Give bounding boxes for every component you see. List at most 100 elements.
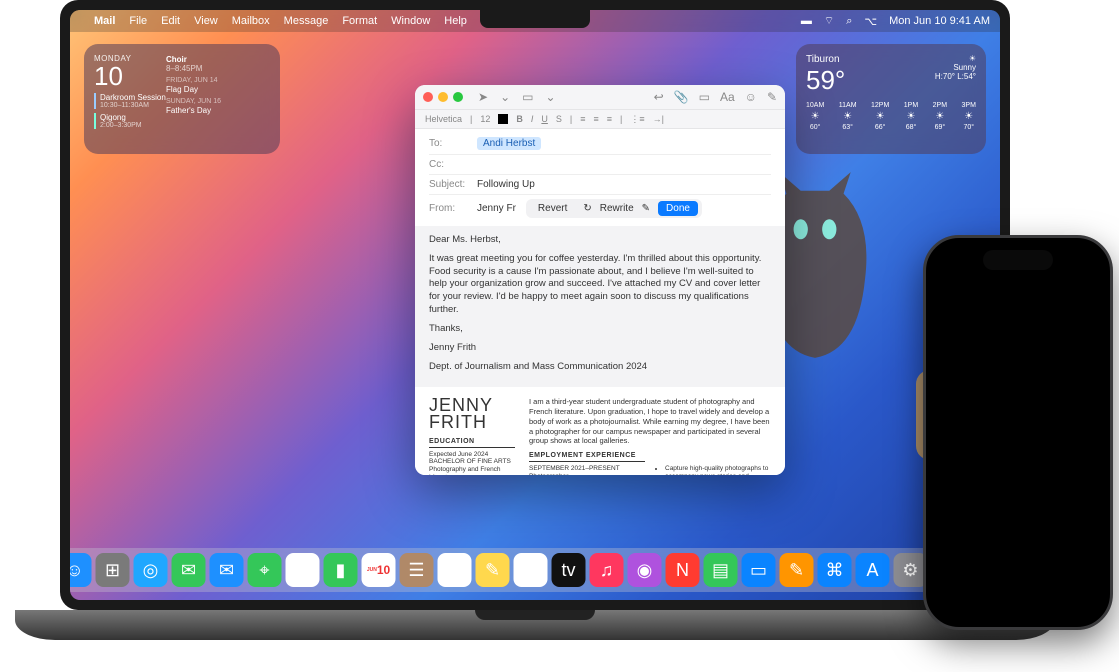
spotlight-icon[interactable]: ⌕ xyxy=(846,15,852,28)
weather-hour: 12PM☀66° xyxy=(871,102,889,131)
reply-icon[interactable]: ↩ xyxy=(654,90,664,104)
dock-contacts[interactable]: ☰ xyxy=(400,553,434,587)
markup-icon[interactable]: ✎ xyxy=(767,90,777,104)
dock-maps[interactable]: ⌖ xyxy=(248,553,282,587)
dock-mail[interactable]: ✉ xyxy=(210,553,244,587)
align-center-button[interactable]: ≡ xyxy=(594,114,599,124)
iphone xyxy=(923,235,1113,630)
window-titlebar[interactable]: ➤ ⌄ ▭ ⌄ ↩ 📎 ▭ Aa ☺ ✎ xyxy=(415,85,785,109)
chevron-down-icon[interactable]: ⌄ xyxy=(500,90,510,104)
done-button[interactable]: Done xyxy=(658,201,698,216)
close-button[interactable] xyxy=(423,92,433,102)
dock-photos[interactable]: ✿ xyxy=(286,553,320,587)
desktop[interactable]: Mail File Edit View Mailbox Message Form… xyxy=(70,10,1000,600)
wifi-icon[interactable]: ⌔ xyxy=(824,14,834,28)
weather-widget[interactable]: Tiburon 59° ☀ Sunny H:70° L:54° 10AM☀60°… xyxy=(796,44,986,154)
calendar-event: Darkroom Session 10:30–11:30AM xyxy=(94,93,166,109)
dock-keynote[interactable]: ▭ xyxy=(742,553,776,587)
writing-tools-bar: Revert ↻ Rewrite ✎ Done xyxy=(526,199,702,218)
dock-launchpad[interactable]: ⊞ xyxy=(96,553,130,587)
font-selector[interactable]: Helvetica xyxy=(425,114,462,124)
subject-value: Following Up xyxy=(477,179,535,190)
resume-bullet: Capture high-quality photographs to acco… xyxy=(665,465,771,475)
menu-message[interactable]: Message xyxy=(284,15,329,27)
color-swatch[interactable] xyxy=(498,114,508,124)
writing-tools-icon[interactable]: ✎ xyxy=(642,203,650,214)
notch xyxy=(480,10,590,28)
calendar-widget[interactable]: MONDAY 10 Darkroom Session 10:30–11:30AM… xyxy=(84,44,280,154)
dock-tv[interactable]: tv xyxy=(552,553,586,587)
battery-icon[interactable]: ▬ xyxy=(801,15,812,27)
dock-music[interactable]: ♫ xyxy=(590,553,624,587)
menu-format[interactable]: Format xyxy=(342,15,377,27)
weather-condition: Sunny xyxy=(935,63,976,72)
weather-location: Tiburon xyxy=(806,54,845,65)
attach-icon[interactable]: 📎 xyxy=(674,90,689,104)
weather-hour: 1PM☀68° xyxy=(904,102,918,131)
menu-mailbox[interactable]: Mailbox xyxy=(232,15,270,27)
dock-news[interactable]: N xyxy=(666,553,700,587)
dock-pages[interactable]: ✎ xyxy=(780,553,814,587)
resume-attachment[interactable]: JENNY FRITH EDUCATION Expected June 2024… xyxy=(415,387,785,475)
strike-button[interactable]: S xyxy=(556,114,562,124)
weather-temp: 59° xyxy=(806,65,845,96)
indent-button[interactable]: →| xyxy=(653,114,664,124)
calendar-upcoming: Choir 8–8:45PM xyxy=(166,54,270,74)
format-icon[interactable]: Aa xyxy=(720,90,735,104)
minimize-button[interactable] xyxy=(438,92,448,102)
calendar-event: Qigong 2:00–3:30PM xyxy=(94,113,166,129)
chevron-down-icon[interactable]: ⌄ xyxy=(545,90,555,104)
subject-field[interactable]: Subject: Following Up xyxy=(429,175,771,195)
dock-facetime[interactable]: ▮ xyxy=(324,553,358,587)
dock-appstore[interactable]: A xyxy=(856,553,890,587)
menu-view[interactable]: View xyxy=(194,15,218,27)
mail-compose-window: ➤ ⌄ ▭ ⌄ ↩ 📎 ▭ Aa ☺ ✎ xyxy=(415,85,785,475)
weather-hilo: H:70° L:54° xyxy=(935,72,976,81)
weather-hour: 2PM☀69° xyxy=(933,102,947,131)
font-size-selector[interactable]: 12 xyxy=(480,114,490,124)
send-icon[interactable]: ➤ xyxy=(478,90,488,104)
photo-icon[interactable]: ▭ xyxy=(699,90,710,104)
italic-button[interactable]: I xyxy=(531,114,534,124)
dock-podcasts[interactable]: ◉ xyxy=(628,553,662,587)
menu-edit[interactable]: Edit xyxy=(161,15,180,27)
dock-freeform[interactable]: ✎ xyxy=(514,553,548,587)
dock-safari[interactable]: ◎ xyxy=(134,553,168,587)
dock-xcode[interactable]: ⌘ xyxy=(818,553,852,587)
zoom-button[interactable] xyxy=(453,92,463,102)
dock: ☺⊞◎✉✉⌖✿▮JUN10☰☑✎✎tv♫◉N▤▭✎⌘A⚙⬇🗑 xyxy=(70,548,1000,592)
menu-window[interactable]: Window xyxy=(391,15,430,27)
undo-icon[interactable]: ↻ xyxy=(583,203,591,214)
app-menu[interactable]: Mail xyxy=(94,15,115,27)
underline-button[interactable]: U xyxy=(541,114,548,124)
from-field[interactable]: From: Jenny Fr Revert ↻ Rewrite ✎ Done xyxy=(429,195,771,222)
dock-calendar[interactable]: JUN10 xyxy=(362,553,396,587)
menubar-clock[interactable]: Mon Jun 10 9:41 AM xyxy=(889,15,990,27)
menu-help[interactable]: Help xyxy=(444,15,467,27)
bold-button[interactable]: B xyxy=(516,114,523,124)
rewrite-button[interactable]: Rewrite xyxy=(600,203,634,214)
calendar-day-label: MONDAY xyxy=(94,54,166,63)
menu-file[interactable]: File xyxy=(129,15,147,27)
dock-reminders[interactable]: ☑ xyxy=(438,553,472,587)
mail-body[interactable]: Dear Ms. Herbst, It was great meeting yo… xyxy=(415,226,785,387)
control-center-icon[interactable]: ⌥ xyxy=(864,15,877,28)
dock-finder[interactable]: ☺ xyxy=(70,553,92,587)
dock-notes[interactable]: ✎ xyxy=(476,553,510,587)
calendar-day-number: 10 xyxy=(94,63,166,89)
header-fields-icon[interactable]: ▭ xyxy=(522,90,533,104)
weather-hour: 3PM☀70° xyxy=(962,102,976,131)
dock-messages[interactable]: ✉ xyxy=(172,553,206,587)
dock-numbers[interactable]: ▤ xyxy=(704,553,738,587)
align-left-button[interactable]: ≡ xyxy=(580,114,585,124)
macbook: Mail File Edit View Mailbox Message Form… xyxy=(60,0,1010,640)
revert-button[interactable]: Revert xyxy=(530,201,575,216)
sun-icon: ☀ xyxy=(935,54,976,63)
to-field[interactable]: To: Andi Herbst xyxy=(429,133,771,155)
cc-field[interactable]: Cc: xyxy=(429,155,771,175)
recipient-pill[interactable]: Andi Herbst xyxy=(477,137,541,150)
align-right-button[interactable]: ≡ xyxy=(607,114,612,124)
emoji-icon[interactable]: ☺ xyxy=(745,90,757,104)
list-button[interactable]: ⋮≡ xyxy=(630,114,644,125)
weather-hourly: 10AM☀60°11AM☀63°12PM☀66°1PM☀68°2PM☀69°3P… xyxy=(806,102,976,131)
